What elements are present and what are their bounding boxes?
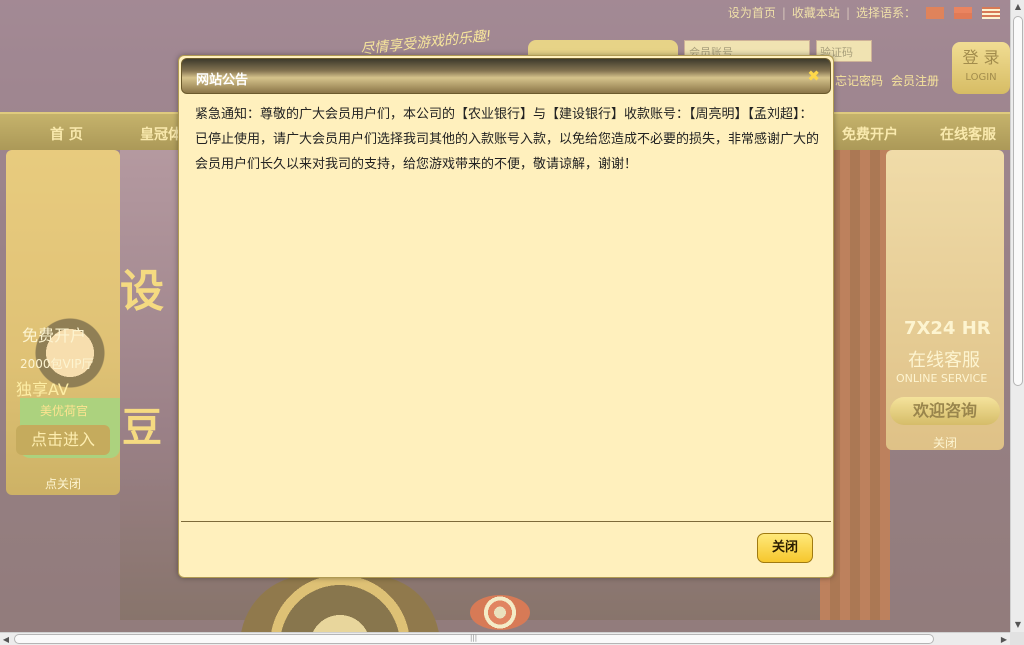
- dialog-header: 网站公告 ✖: [181, 58, 831, 94]
- divider: [181, 521, 831, 522]
- scroll-right-arrow-icon[interactable]: ▶: [998, 633, 1010, 645]
- horizontal-scrollbar[interactable]: ◀ ||| ▶: [0, 632, 1024, 645]
- close-icon[interactable]: ✖: [807, 67, 820, 85]
- close-button[interactable]: 关闭: [757, 533, 813, 563]
- scroll-thumb[interactable]: [1013, 16, 1023, 386]
- scroll-down-arrow-icon[interactable]: ▼: [1012, 618, 1024, 632]
- announcement-text: 紧急通知：尊敬的广大会员用户们，本公司的【农业银行】与【建设银行】收款账号：【周…: [195, 107, 820, 172]
- scroll-left-arrow-icon[interactable]: ◀: [0, 633, 12, 645]
- vertical-scrollbar[interactable]: ▲ ▼: [1010, 0, 1024, 632]
- scroll-up-arrow-icon[interactable]: ▲: [1012, 0, 1024, 14]
- announcement-dialog: 网站公告 ✖ 紧急通知：尊敬的广大会员用户们，本公司的【农业银行】与【建设银行】…: [178, 55, 834, 578]
- dialog-title: 网站公告: [196, 73, 249, 88]
- grip-icon: |||: [470, 634, 478, 642]
- scrollbar-corner: [1010, 632, 1024, 645]
